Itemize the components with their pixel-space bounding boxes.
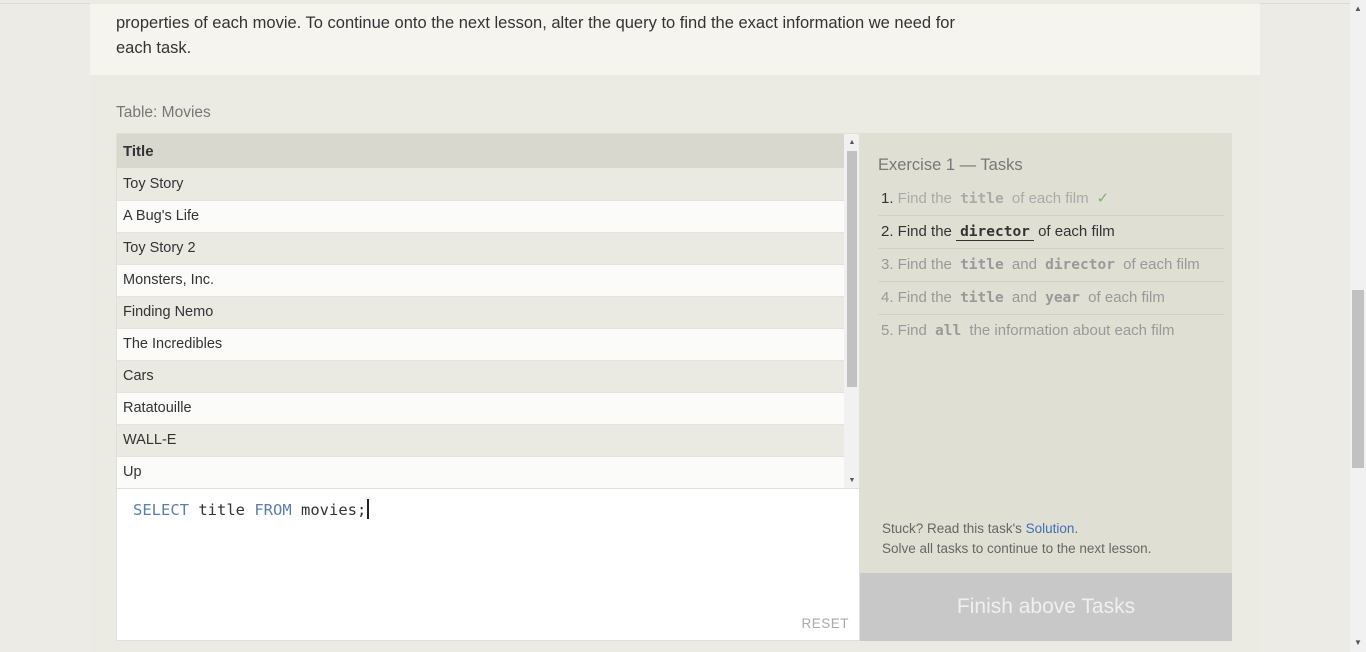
sql-editor[interactable]: SELECT title FROM movies; RESET: [116, 489, 860, 641]
sql-token-table: movies;: [291, 501, 367, 519]
table-cell: A Bug's Life: [117, 200, 844, 233]
task-item-5: 5. Find all the information about each f…: [878, 315, 1224, 348]
table-row: Ratatouille: [117, 392, 844, 425]
page-scroll-down-icon[interactable]: ▼: [1350, 636, 1366, 650]
sql-token-title: title: [189, 501, 255, 519]
scroll-down-arrow-icon[interactable]: ▼: [844, 474, 859, 488]
page-scrollbar[interactable]: ▲ ▼: [1350, 0, 1366, 652]
table-cell: Toy Story: [117, 168, 844, 201]
task-text: of each film: [1033, 223, 1115, 240]
table-cell: Cars: [117, 360, 844, 393]
table-cell: Monsters, Inc.: [117, 264, 844, 297]
tasks-panel: Exercise 1 — Tasks 1. Find the title of …: [860, 133, 1232, 641]
results-table-panel: Title Toy Story A Bug's Life Toy Story 2…: [116, 133, 860, 489]
table-row: Toy Story: [117, 168, 844, 201]
column-header-title: Title: [117, 134, 844, 168]
table-cell: WALL-E: [117, 424, 844, 457]
help-text: Stuck? Read this task's Solution. Solve …: [882, 519, 1151, 559]
scroll-up-arrow-icon[interactable]: ▲: [844, 136, 859, 150]
stuck-line: Stuck? Read this task's Solution.: [882, 519, 1151, 539]
task-code: title: [960, 290, 1004, 306]
table-row: A Bug's Life: [117, 200, 844, 233]
table-row: Cars: [117, 360, 844, 393]
task-item-4: 4. Find the title and year of each film: [878, 282, 1224, 315]
reset-button[interactable]: RESET: [801, 616, 849, 631]
page-scroll-up-icon[interactable]: ▲: [1350, 2, 1366, 16]
task-list: 1. Find the title of each film ✓ 2. Find …: [878, 183, 1224, 348]
task-text: of each film: [1084, 289, 1165, 306]
check-icon: ✓: [1096, 190, 1110, 207]
task-text: Find: [893, 322, 932, 339]
solution-link[interactable]: Solution: [1026, 521, 1075, 536]
task-number: 1.: [881, 190, 894, 207]
task-item-3: 3. Find the title and director of each f…: [878, 249, 1224, 282]
task-text: Find the: [893, 289, 957, 306]
task-number: 2.: [881, 223, 894, 240]
table-row: Toy Story 2: [117, 232, 844, 265]
task-text: and: [1007, 256, 1042, 273]
solve-all-text: Solve all tasks to continue to the next …: [882, 541, 1152, 556]
table-scrollbar-thumb[interactable]: [847, 151, 857, 387]
task-number: 4.: [881, 289, 894, 306]
lesson-page: properties of each movie. To continue on…: [90, 0, 1260, 652]
task-code: title: [960, 191, 1004, 207]
task-code: title: [960, 257, 1004, 273]
task-text: the information about each film: [965, 322, 1175, 339]
task-text: of each film: [1118, 256, 1200, 273]
task-text: and: [1007, 289, 1042, 306]
results-table: Title Toy Story A Bug's Life Toy Story 2…: [117, 134, 844, 488]
task-code: year: [1045, 290, 1081, 306]
task-code: director: [1045, 257, 1115, 273]
page-scrollbar-thumb[interactable]: [1352, 290, 1364, 468]
table-cell: Toy Story 2: [117, 232, 844, 265]
table-row: Monsters, Inc.: [117, 264, 844, 297]
task-code: all: [935, 323, 962, 339]
stuck-text: Stuck? Read this task's: [882, 521, 1026, 536]
table-row: Finding Nemo: [117, 296, 844, 329]
task-item-2: 2. Find the director of each film: [878, 216, 1224, 249]
task-text: Find the: [893, 256, 957, 273]
finish-tasks-button[interactable]: Finish above Tasks: [860, 573, 1232, 641]
table-header-row: Title: [117, 134, 844, 168]
task-text: Find the: [893, 223, 957, 240]
table-row: Up: [117, 456, 844, 488]
task-item-1: 1. Find the title of each film ✓: [878, 183, 1224, 216]
stuck-dot: .: [1074, 521, 1079, 536]
sql-keyword-select: SELECT: [133, 501, 189, 519]
task-code: director: [956, 224, 1034, 241]
task-text: of each film: [1007, 190, 1089, 207]
lesson-intro: properties of each movie. To continue on…: [90, 4, 1260, 75]
table-cell: Ratatouille: [117, 392, 844, 425]
task-number: 3.: [881, 256, 894, 273]
table-row: WALL-E: [117, 424, 844, 457]
table-label: Table: Movies: [116, 104, 211, 121]
table-row: The Incredibles: [117, 328, 844, 361]
text-cursor: [367, 499, 369, 519]
task-text: Find the: [893, 190, 957, 207]
task-number: 5.: [881, 322, 894, 339]
table-cell: The Incredibles: [117, 328, 844, 361]
intro-text: properties of each movie. To continue on…: [116, 14, 955, 57]
table-scrollbar[interactable]: ▲ ▼: [844, 134, 859, 488]
tasks-title: Exercise 1 — Tasks: [878, 156, 1023, 174]
sql-keyword-from: FROM: [254, 501, 292, 519]
table-cell: Finding Nemo: [117, 296, 844, 329]
table-cell: Up: [117, 456, 844, 488]
sql-query-text[interactable]: SELECT title FROM movies;: [133, 499, 369, 519]
